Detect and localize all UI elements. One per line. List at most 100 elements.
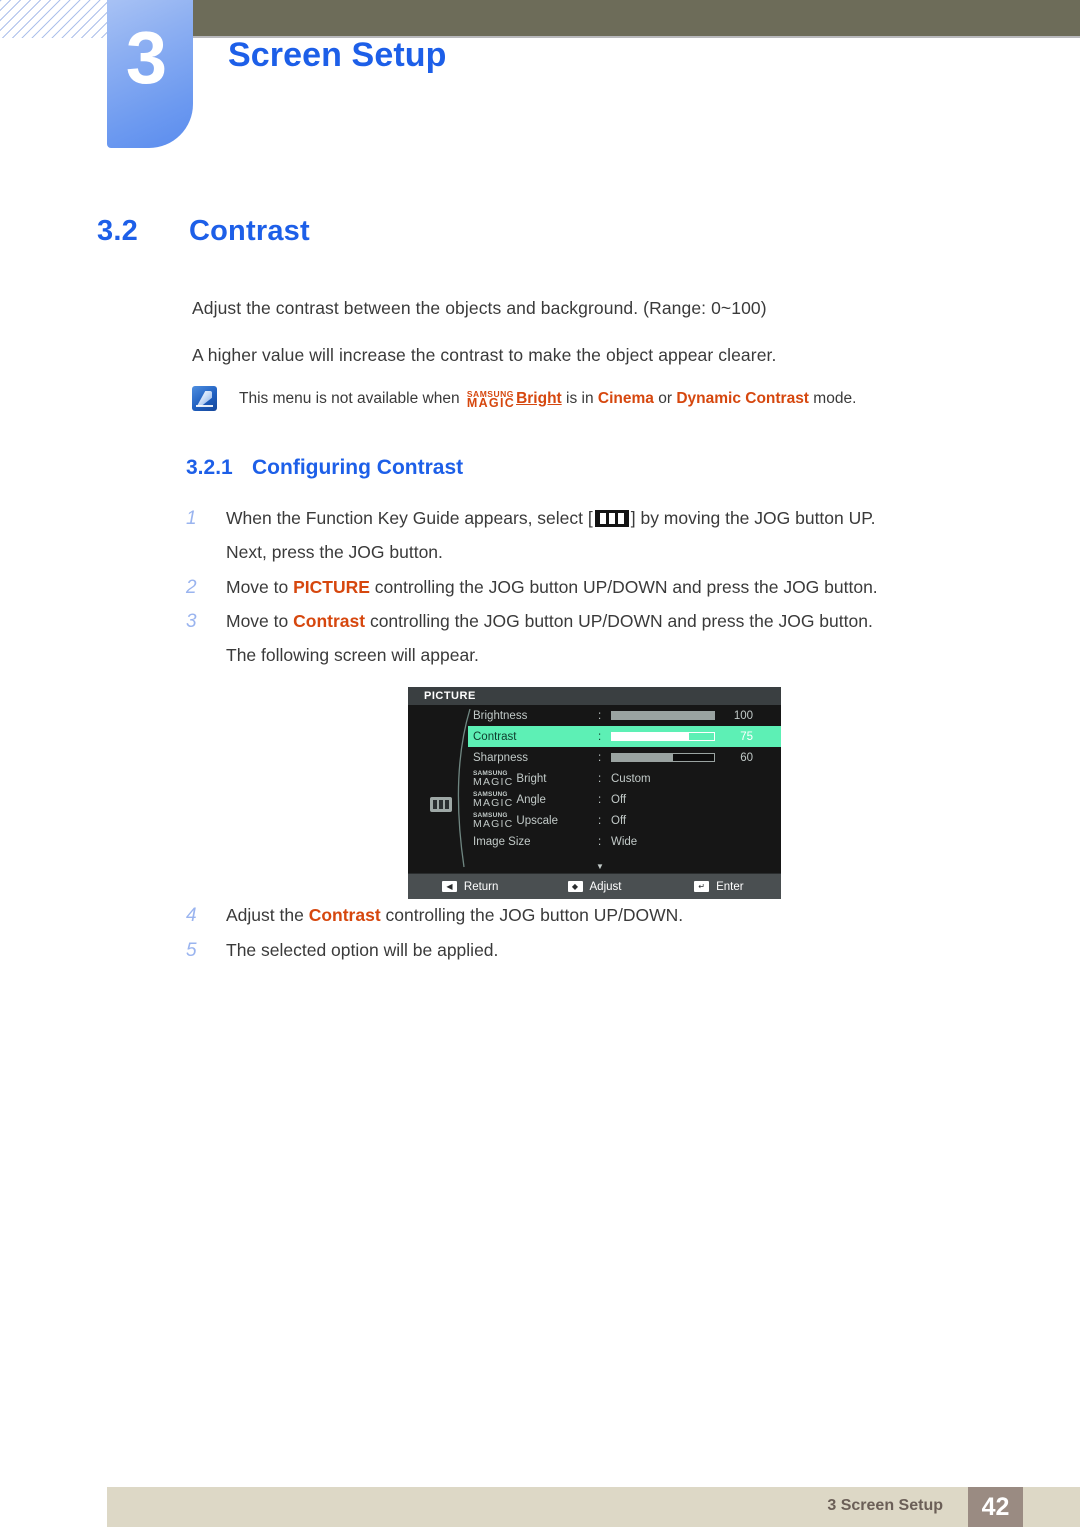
step-2: 2 Move to PICTURE controlling the JOG but… [186,577,878,599]
step-4-text-after: controlling the JOG button UP/DOWN. [380,905,684,925]
step-4-highlight: Contrast [308,905,381,925]
step-2-text-before: Move to [226,577,294,597]
osd-row-imagesize[interactable]: Image Size : Wide [468,831,781,852]
step-5-text: The selected option will be applied. [226,940,499,960]
osd-colon-sharpness: : [598,751,602,764]
osd-value-sharpness: 60 [740,751,753,764]
step-4: 4 Adjust the Contrast controlling the JOG… [186,905,683,927]
note-text-mid: is in [566,389,594,407]
return-arrow-icon: ◀ [441,881,457,892]
section-paragraph-1: Adjust the contrast between the objects … [192,298,767,318]
section-title: Contrast [189,215,310,247]
osd-bar-brightness[interactable] [611,711,715,720]
osd-bar-sharpness[interactable] [611,753,715,762]
step-3-cont-text: The following screen will appear. [226,645,479,665]
osd-row-brightness[interactable]: Brightness : 100 [468,705,781,726]
osd-label-imagesize: Image Size [473,835,531,848]
step-4-text-before: Adjust the [226,905,309,925]
jog-key-guide-icon [594,510,629,527]
osd-label-magicbright: SAMSUNG MAGIC Bright [468,770,598,788]
osd-value-brightness: 100 [733,709,753,722]
osd-row-list: Brightness : 100 Contrast : 75 Sharpness… [468,705,781,873]
osd-footer-enter-label: Enter [716,880,744,893]
osd-label-magicupscale: SAMSUNG MAGIC Upscale [468,812,598,830]
osd-colon-magicbright: : [598,772,602,785]
step-3-index: 3 [186,611,197,632]
osd-bar-fill-contrast [612,733,689,740]
osd-label-contrast: Contrast [473,730,517,743]
magic-osd-magic-angle: MAGIC [473,796,514,809]
osd-colon-magicangle: : [598,793,602,806]
step-1: 1 When the Function Key Guide appears, se… [186,508,876,530]
magic-logo-osd-upscale: SAMSUNG MAGIC [473,812,514,830]
chapter-number: 3 [125,16,167,99]
note-mode-2: Dynamic Contrast [676,389,809,407]
subsection-heading: 3.2.1 Configuring Contrast [186,456,463,480]
osd-footer-adjust-label: Adjust [589,880,622,893]
osd-menu-screenshot: PICTURE Brightness : 100 Contrast : 75 S… [408,687,781,899]
note-text-or: or [658,389,673,407]
osd-bar-fill-brightness [612,712,714,719]
step-5: 5 The selected option will be applied. [186,940,498,962]
note-text-after: mode. [813,389,857,407]
osd-label-text-upscale: Upscale [516,814,558,827]
step-1-text-before: When the Function Key Guide appears, sel… [226,508,593,528]
osd-footer-adjust[interactable]: ◆ Adjust [532,881,656,893]
picture-category-icon [430,797,452,812]
osd-value-magicangle: Off [611,793,627,806]
step-2-text-after: controlling the JOG button UP/DOWN and p… [369,577,878,597]
osd-bar-fill-sharpness [612,754,674,761]
osd-label-text-angle: Angle [516,793,546,806]
osd-row-sharpness[interactable]: Sharpness : 60 [468,747,781,768]
osd-value-magicupscale: Off [611,814,627,827]
step-3-text-before: Move to [226,611,294,631]
osd-row-contrast[interactable]: Contrast : 75 [468,726,781,747]
step-2-highlight: PICTURE [293,577,370,597]
osd-label-text-bright: Bright [516,772,547,785]
osd-colon-magicupscale: : [598,814,602,827]
chapter-title: Screen Setup [228,36,447,74]
magic-osd-magic-bright: MAGIC [473,775,514,788]
osd-colon-brightness: : [598,709,602,722]
osd-more-chevron-down-icon[interactable]: ▼ [596,862,604,871]
osd-colon-imagesize: : [598,835,602,848]
osd-bar-contrast[interactable] [611,732,715,741]
osd-footer-return-label: Return [463,880,499,893]
note-block: This menu is not available when SAMSUNG … [192,386,856,411]
osd-footer-return[interactable]: ◀ Return [408,881,532,893]
subsection-title: Configuring Contrast [252,456,464,479]
header-olive-bar [192,0,1080,36]
step-4-index: 4 [186,905,197,926]
note-magic-suffix: Bright [516,389,562,407]
section-paragraph-2: A higher value will increase the contras… [192,345,777,365]
adjust-updown-icon: ◆ [567,881,583,892]
osd-body: Brightness : 100 Contrast : 75 Sharpness… [408,705,781,873]
step-5-index: 5 [186,940,197,961]
step-1-text-after: ] by moving the JOG button UP. [630,508,876,528]
footer-chapter-label: 3 Screen Setup [827,1497,943,1514]
osd-label-sharpness: Sharpness [473,751,528,764]
note-mode-1: Cinema [597,389,654,407]
step-3-highlight: Contrast [293,611,366,631]
section-heading: 3.2 Contrast [97,215,310,248]
magic-logo-osd-angle: SAMSUNG MAGIC [473,791,514,809]
osd-footer-bar: ◀ Return ◆ Adjust ↵ Enter [408,873,781,899]
subsection-number: 3.2.1 [186,456,233,479]
magic-osd-magic-upscale: MAGIC [473,817,514,830]
osd-row-magicangle[interactable]: SAMSUNG MAGIC Angle : Off [468,789,781,810]
osd-value-magicbright: Custom [611,772,651,785]
osd-sidebar [408,705,471,873]
step-1-index: 1 [186,508,197,529]
section-number: 3.2 [97,215,138,247]
step-1-continuation: Next, press the JOG button. [186,542,443,563]
osd-label-magicangle: SAMSUNG MAGIC Angle [468,791,598,809]
step-3-text-after: controlling the JOG button UP/DOWN and p… [365,611,873,631]
osd-footer-enter[interactable]: ↵ Enter [657,881,781,893]
step-1-cont-text: Next, press the JOG button. [226,542,443,562]
osd-row-magicupscale[interactable]: SAMSUNG MAGIC Upscale : Off [468,810,781,831]
osd-title: PICTURE [408,687,781,705]
osd-row-magicbright[interactable]: SAMSUNG MAGIC Bright : Custom [468,768,781,789]
step-3: 3 Move to Contrast controlling the JOG bu… [186,611,873,633]
osd-label-brightness: Brightness [473,709,528,722]
note-pencil-icon [192,386,217,411]
